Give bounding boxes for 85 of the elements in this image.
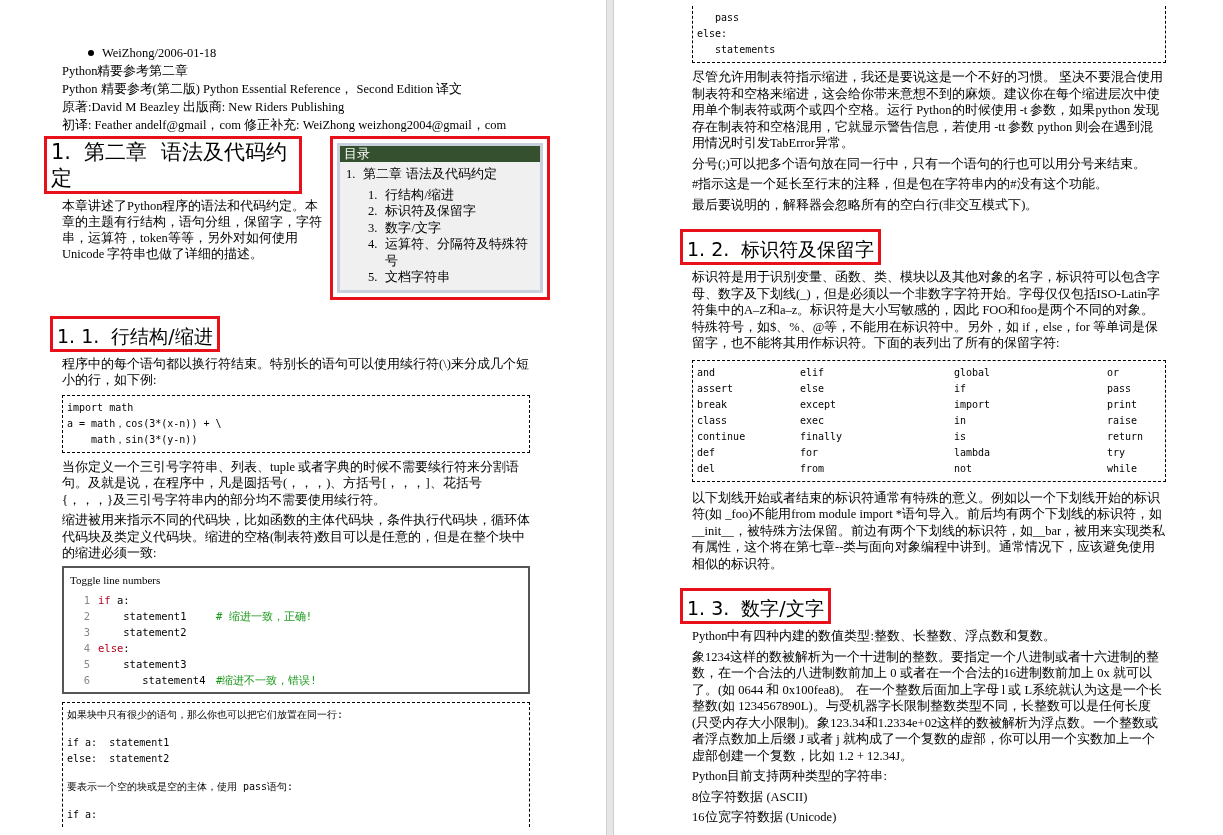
code-line: statements <box>714 43 776 57</box>
table-cell-text: is <box>954 429 967 444</box>
code-line: else: statement2 <box>67 751 170 766</box>
paragraph: 尽管允许用制表符指示缩进，我还是要说这是一个不好的习惯。 坚决不要混合使用制表符和空格来缩进，这会给你带来意想不到的麻烦。建议你在每个缩进层次中使用单个制表符或两个或四个空格。运行 Python的时候使用 -t 参数，如果python 发现存在制表符和空格混用，它就显示警告信息，若使用 -tt 参数 python 则会在遇到混用情况时引发TabError异常。 <box>692 69 1165 152</box>
table-cell-text: else <box>800 381 825 396</box>
paragraph: 16位宽字符数据 (Unicode) <box>692 809 838 826</box>
section-heading: 1. 2. 标识符及保留字 <box>680 229 882 265</box>
section-heading: 1. 1. 行结构/缩进 <box>50 315 220 352</box>
paragraph: 缩进被用来指示不同的代码块，比如函数的主体代码块，条件执行代码块，循环体代码块及类定义代码块。缩进的空格(制表符)数目可以是任意的，但是在整个块中的缩进必须一致: <box>62 512 530 562</box>
table-cell-text: del <box>697 461 716 476</box>
toc-link[interactable]: 5. 文档字符串 <box>368 269 451 286</box>
section-heading: 1. 3. 数字/文字 <box>680 588 831 624</box>
intro-paragraph: 本章讲述了Python程序的语法和代码约定。本章的主题有行结构，语句分组，保留字，字符串，运算符，token等等，另外对如何使用Unicode 字符串也做了详细的描述。 <box>61 198 323 262</box>
paragraph: 程序中的每个语句都以换行符结束。特别长的语句可以使用续行符(\)来分成几个短小的行，如下例: <box>62 355 530 389</box>
table-cell-text: class <box>697 413 728 428</box>
toc-link[interactable]: 4. 运算符、分隔符及特殊符号 <box>368 236 534 269</box>
line-number: 6 <box>82 672 91 688</box>
code-line: if a: statement1 <box>67 735 170 750</box>
table-cell-text: from <box>800 461 825 476</box>
table-cell-text: and <box>697 365 716 380</box>
line-number: 3 <box>82 624 91 640</box>
table-cell-text: pass <box>1107 381 1132 396</box>
table-cell-text: while <box>1107 461 1138 476</box>
code-line: statement3 <box>122 656 188 672</box>
paragraph: 最后要说明的，解释器会忽略所有的空白行(非交互模式下)。 <box>692 196 1040 213</box>
code-line: else: <box>697 27 728 41</box>
paragraph: #指示这是一个延长至行末的注释，但是包在字符串内的#没有这个功能。 <box>692 176 1109 193</box>
table-cell-text: break <box>697 397 728 412</box>
paragraph: 象1234这样的数被解析为一个十进制的整数。要指定一个八进制或者十六进制的整数，在一个合法的八进制数前加上 0 或者在一个合法的16进制数前加上 0x 就可以了。(如 0644 和 0x100fea8)。 在一个整数后面加上字母 l 或 L系统就认为这是一个长整数(如 1234567890L)。与受机器字长限制整数类型不同，长整数可以是任何长度(只受内存大小限制)。象123.34和1.2334e+02这样的数被解析为浮点数。一个整数或者浮点数加上后缀 J 或者 j 就构成了一个复数的虚部，你可以用一个实数加上一个虚部创建一个复数，比如 1.2 + 12.34J。 <box>692 648 1164 764</box>
line-number: 1 <box>82 592 91 608</box>
table-cell-text: in <box>954 413 967 428</box>
table-cell-text: assert <box>697 381 734 396</box>
meta-line: Python 精要参考(第二版) Python Essential Reference， Second Edition 译文 <box>62 81 463 98</box>
toc-link[interactable]: 2. 标识符及保留字 <box>368 203 477 220</box>
code-line: statement2 <box>122 624 188 640</box>
paragraph: 以下划线开始或者结束的标识符通常有特殊的意义。例如以一个下划线开始的标识符(如 _foo)不能用from module import *语句导入。前后均有两个下划线的标识符，如__init__，被特殊方法保留。前边有两个下划线的标识符，如__bar，被用来实现类私有属性，这个将在第七章--类与面向对象编程中讲到。通常情况下，应该避免使用相似的标识符。 <box>692 489 1166 572</box>
meta-line: 原著:David M Beazley 出版商: New Riders Publishing <box>62 99 345 116</box>
toc-link[interactable]: 3. 数字/文字 <box>368 219 441 236</box>
code-line: statement4 <box>141 672 207 688</box>
code-line: if a: <box>67 807 98 822</box>
code-line: import math <box>67 400 134 415</box>
table-cell-text: exec <box>800 413 825 428</box>
line-number: 5 <box>82 656 91 672</box>
line-number: 2 <box>82 608 91 624</box>
table-cell-text: global <box>954 365 991 380</box>
meta-line: WeiZhong/2006-01-18 <box>102 45 217 62</box>
paragraph: Python目前支持两种类型的字符串: <box>692 768 888 785</box>
paragraph: 分号(;)可以把多个语句放在同一行中，只有一个语句的行也可以用分号来结束。 <box>692 155 1147 172</box>
section-heading: 1. 第二章 语法及代码约定 <box>44 136 302 194</box>
table-cell-text: if <box>954 381 967 396</box>
paragraph: 8位字符数据 (ASCII) <box>692 788 809 805</box>
code-comment: # 缩进一致，正确! <box>216 608 312 624</box>
table-cell-text: raise <box>1107 413 1138 428</box>
table-cell-text: not <box>954 461 973 476</box>
table-cell-text: lambda <box>954 445 991 460</box>
meta-line: Python精要参考第二章 <box>62 63 189 80</box>
code-line: else: <box>98 640 131 656</box>
table-cell-text: print <box>1107 397 1138 412</box>
table-cell-text: return <box>1107 429 1144 444</box>
table-cell-text: or <box>1107 365 1120 380</box>
paragraph: Python中有四种内建的数值类型:整数、长整数、浮点数和复数。 <box>692 628 1057 645</box>
toc-link[interactable]: 1. 行结构/缩进 <box>368 186 454 203</box>
table-cell-text: continue <box>697 429 746 444</box>
code-line: 要表示一个空的块或是空的主体，使用 pass语句: <box>67 779 294 794</box>
table-cell-text: elif <box>800 365 825 380</box>
paragraph: 标识符是用于识别变量、函数、类、模块以及其他对象的名字，标识符可以包含字母、数字及下划线(_)，但是必须以一个非数字字符开始。字母仅仅包括ISO-Latin字符集中的A–Z和a–z。标识符是大小写敏感的，因此 FOO和foo是两个不同的对象。特殊符号，如$、%、@等，不能用在标识符中。另外，如 if，else，for 等单词是保留字，也不能将其用作标识符。下面的表列出了所有的保留字符: <box>692 269 1162 352</box>
code-comment: #缩进不一致，错误! <box>216 672 317 688</box>
meta-line: 初译: Feather andelf@gmail，com 修正补充: WeiZhong weizhong2004@gmail，com <box>62 117 507 134</box>
line-number: 4 <box>82 640 91 656</box>
table-cell-text: try <box>1107 445 1126 460</box>
code-line: math，sin(3*(y-n)) <box>90 432 198 447</box>
code-line: statement1 <box>122 608 188 624</box>
table-cell-text: def <box>697 445 716 460</box>
code-line: 如果块中只有很少的语句，那么你也可以把它们放置在同一行: <box>67 707 344 722</box>
toc-title: 目录 <box>340 146 540 162</box>
code-line: pass <box>714 11 740 25</box>
table-cell-text: import <box>954 397 991 412</box>
paragraph: 当你定义一个三引号字符串、列表、tuple 或者字典的时候不需要续行符来分割语句。及就是说，在程序中，凡是圆括号(，，，)、方括号[，，，]、花括号{，，，}及三引号字符串内的部分均不需要使用续行符。 <box>62 458 521 508</box>
toc-link[interactable]: 1. 第二章 语法及代码约定 <box>346 166 497 183</box>
table-cell-text: for <box>800 445 819 460</box>
code-line: if a: <box>98 592 131 608</box>
table-cell-text: finally <box>800 429 843 444</box>
table-cell-text: except <box>800 397 837 412</box>
toggle-line-numbers-link[interactable]: Toggle line numbers <box>70 571 161 588</box>
code-line: a = math，cos(3*(x-n)) + \ <box>67 416 222 431</box>
